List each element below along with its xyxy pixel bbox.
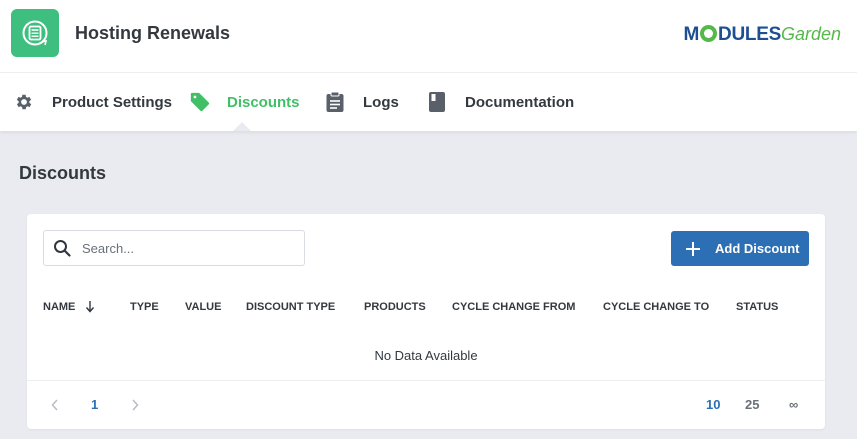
column-header-cycle-change-to[interactable]: CYCLE CHANGE TO [603,300,709,314]
per-page-10[interactable]: 10 [706,398,720,412]
clipboard-icon [324,91,346,113]
book-icon [426,91,448,113]
search-box[interactable] [43,230,305,266]
search-icon [54,240,71,257]
tab-label: Product Settings [52,93,173,111]
tab-product-settings[interactable]: Product Settings [13,73,172,131]
page-number-current[interactable]: 1 [91,398,98,412]
globe-icon [700,25,718,42]
discounts-table-card: Add Discount NAME TYPE VALUE DISCOUNT TY… [27,214,825,429]
header: Hosting Renewals M DULESGarden [0,0,857,73]
app-title: Hosting Renewals [75,23,231,43]
app-logo [11,9,59,57]
tab-label: Discounts [227,93,300,111]
column-header-name[interactable]: NAME [43,300,75,314]
table-footer: 1 10 25 ∞ [27,380,825,429]
add-discount-button[interactable]: Add Discount [671,231,809,266]
tab-documentation[interactable]: Documentation [426,73,574,131]
gear-icon [13,91,35,113]
per-page-25[interactable]: 25 [745,398,759,412]
sort-down-icon[interactable] [84,298,96,314]
active-tab-caret [233,122,251,131]
add-discount-label: Add Discount [715,241,800,256]
next-page-icon[interactable] [130,399,140,411]
tab-label: Documentation [465,93,575,111]
search-input[interactable] [82,231,298,265]
column-header-type[interactable]: TYPE [130,300,159,314]
column-header-value[interactable]: VALUE [185,300,221,314]
column-header-cycle-change-from[interactable]: CYCLE CHANGE FROM [452,300,575,314]
prev-page-icon[interactable] [50,399,60,411]
calculator-refresh-icon [22,20,48,46]
plus-icon [686,241,700,256]
column-header-status[interactable]: STATUS [736,300,778,314]
modulesgarden-logo[interactable]: M DULESGarden [684,23,841,46]
empty-state-text: No Data Available [374,348,478,363]
column-header-products[interactable]: PRODUCTS [364,300,426,314]
tab-logs[interactable]: Logs [324,73,399,131]
column-header-discount-type[interactable]: DISCOUNT TYPE [246,300,335,314]
main-nav: Product Settings Discounts Logs Document… [0,73,857,131]
per-page-all[interactable]: ∞ [789,398,798,412]
page-title: Discounts [19,163,107,183]
tab-label: Logs [363,93,399,111]
tag-icon [189,91,211,113]
